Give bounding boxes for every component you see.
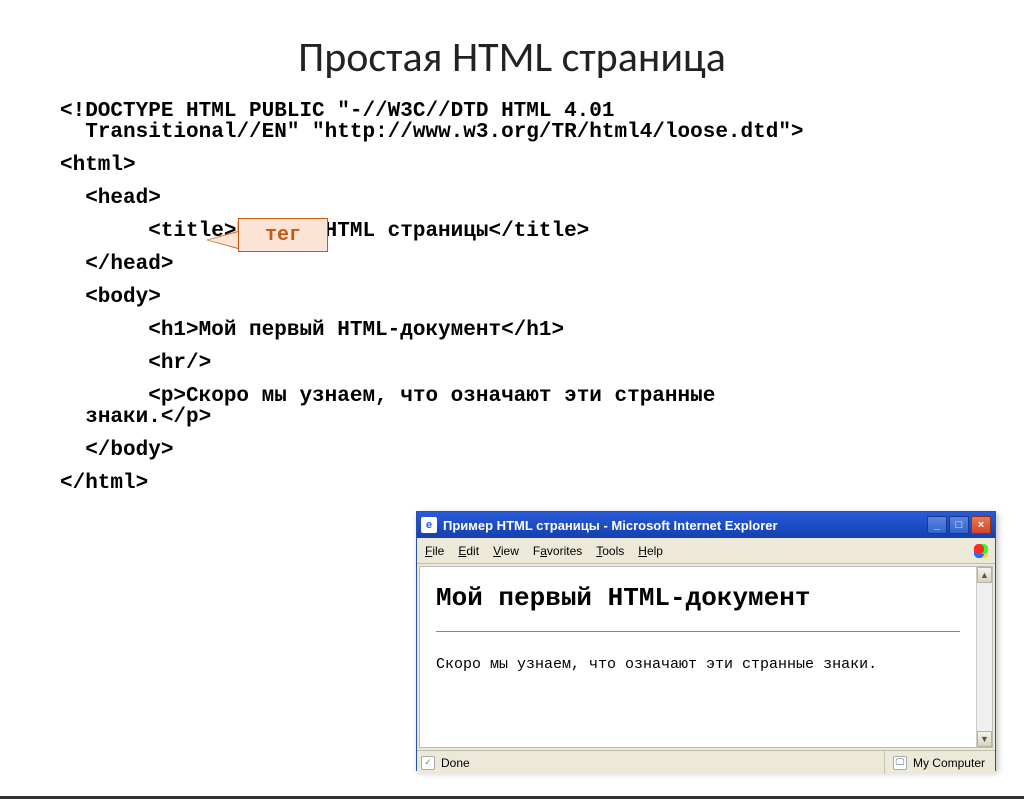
menu-edit[interactable]: Edit xyxy=(458,544,479,558)
code-line-doctype-2: Transitional//EN" "http://www.w3.org/TR/… xyxy=(60,122,964,143)
code-line-h1: <h1>Мой первый HTML-документ</h1> xyxy=(60,320,964,341)
menu-favorites[interactable]: Favorites xyxy=(533,544,582,558)
computer-icon: 🖵 xyxy=(893,756,907,770)
code-line-doctype-1: <!DOCTYPE HTML PUBLIC "-//W3C//DTD HTML … xyxy=(60,101,964,122)
rendered-hr xyxy=(436,631,960,632)
rendered-page: Мой первый HTML-документ Скоро мы узнаем… xyxy=(420,567,976,747)
done-icon: ✓ xyxy=(421,756,435,770)
scroll-track[interactable] xyxy=(977,583,992,731)
status-left: ✓ Done xyxy=(421,751,885,774)
code-line-body-close: </body> xyxy=(60,440,964,461)
browser-menubar: File Edit View Favorites Tools Help xyxy=(417,538,995,564)
browser-titlebar[interactable]: e Пример HTML страницы - Microsoft Inter… xyxy=(417,512,995,538)
minimize-button[interactable]: _ xyxy=(927,516,947,534)
code-line-title: <title>Пример HTML страницы</title> xyxy=(60,221,964,242)
page-title: Простая HTML страница xyxy=(0,32,1024,83)
status-text-zone: My Computer xyxy=(913,756,985,770)
code-line-html-open: <html> xyxy=(60,155,964,176)
status-right: 🖵 My Computer xyxy=(893,756,991,770)
browser-window-title: Пример HTML страницы - Microsoft Interne… xyxy=(443,518,927,533)
menu-view[interactable]: View xyxy=(493,544,519,558)
browser-window: e Пример HTML страницы - Microsoft Inter… xyxy=(416,511,996,771)
browser-statusbar: ✓ Done 🖵 My Computer xyxy=(417,750,995,774)
slide: Простая HTML страница <!DOCTYPE HTML PUB… xyxy=(0,32,1024,799)
window-controls: _ □ × xyxy=(927,516,991,534)
code-line-html-close: </html> xyxy=(60,473,964,494)
code-example: <!DOCTYPE HTML PUBLIC "-//W3C//DTD HTML … xyxy=(60,101,964,494)
code-line-p1: <p>Скоро мы узнаем, что означают эти стр… xyxy=(60,386,964,407)
browser-viewport: Мой первый HTML-документ Скоро мы узнаем… xyxy=(419,566,993,748)
code-line-head-close: </head> xyxy=(60,254,964,275)
code-line-p2: знаки.</p> xyxy=(60,407,964,428)
scroll-down-button[interactable]: ▼ xyxy=(977,731,992,747)
status-text-done: Done xyxy=(441,756,470,770)
rendered-h1: Мой первый HTML-документ xyxy=(436,583,960,613)
scroll-up-button[interactable]: ▲ xyxy=(977,567,992,583)
code-line-body-open: <body> xyxy=(60,287,964,308)
code-line-hr: <hr/> xyxy=(60,353,964,374)
menu-tools[interactable]: Tools xyxy=(596,544,624,558)
menu-file[interactable]: File xyxy=(425,544,444,558)
windows-logo-icon xyxy=(971,541,991,561)
ie-icon: e xyxy=(421,517,437,533)
maximize-button[interactable]: □ xyxy=(949,516,969,534)
vertical-scrollbar[interactable]: ▲ ▼ xyxy=(976,567,992,747)
code-line-head-open: <head> xyxy=(60,188,964,209)
close-button[interactable]: × xyxy=(971,516,991,534)
rendered-paragraph: Скоро мы узнаем, что означают эти странн… xyxy=(436,656,960,673)
menu-help[interactable]: Help xyxy=(638,544,663,558)
